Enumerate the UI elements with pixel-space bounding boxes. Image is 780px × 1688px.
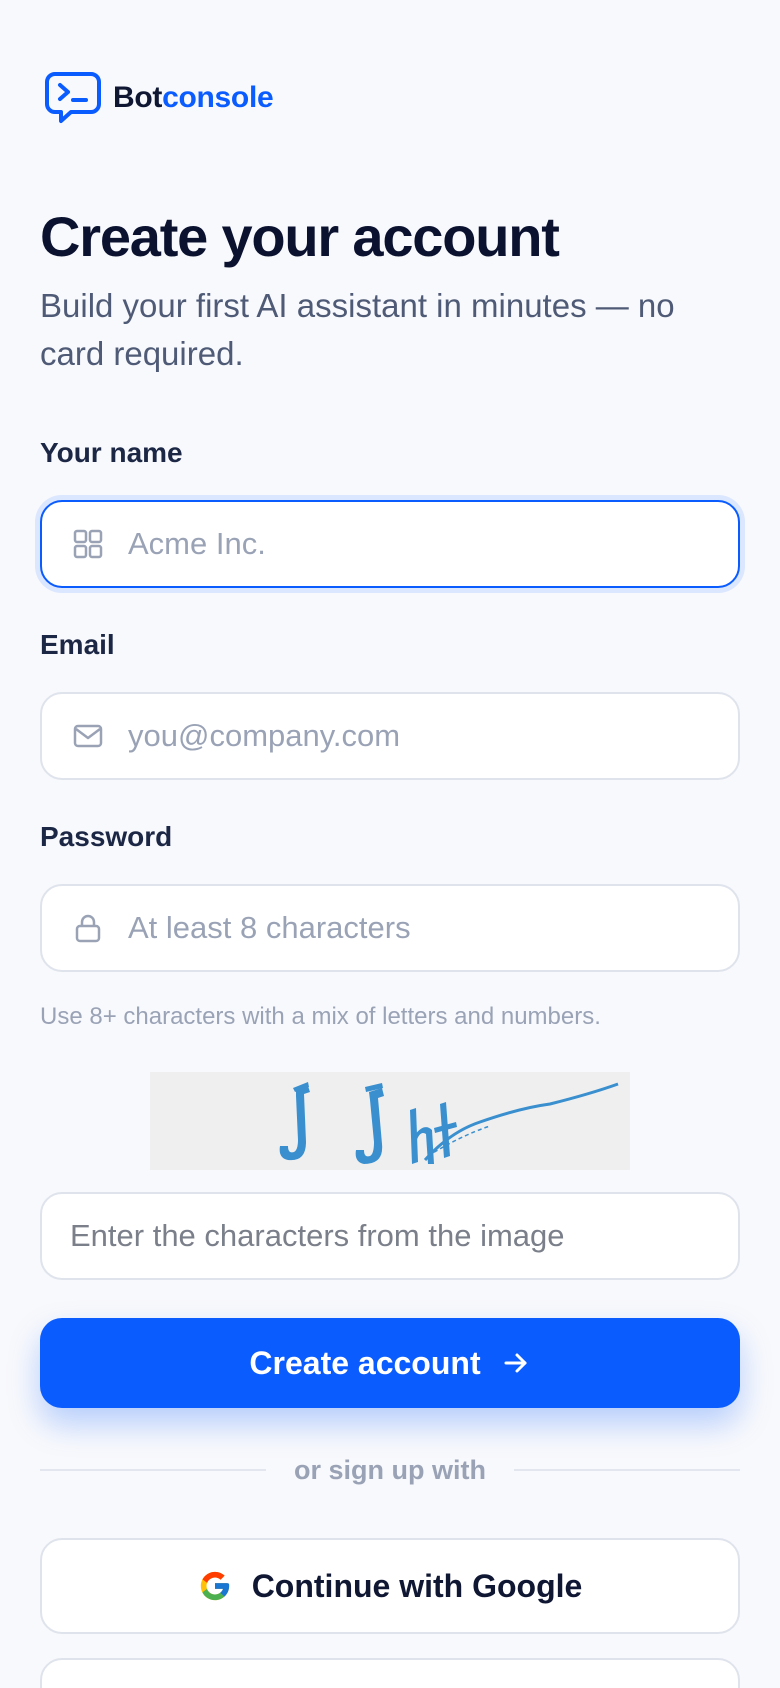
create-account-button[interactable]: Create account (40, 1318, 740, 1408)
password-field[interactable] (40, 884, 740, 972)
divider-line-left (40, 1469, 267, 1471)
google-button-label: Continue with Google (251, 1567, 583, 1604)
brand-name-part1: Bot (113, 81, 163, 114)
email-field[interactable] (40, 692, 740, 780)
email-label: Email (40, 629, 115, 660)
name-field[interactable] (40, 500, 740, 588)
google-icon (200, 1571, 229, 1601)
mail-icon (73, 724, 103, 748)
name-input[interactable] (128, 504, 738, 584)
chat-terminal-icon (45, 72, 101, 123)
password-hint: Use 8+ characters with a mix of letters … (40, 1003, 601, 1030)
page-title: Create your account (40, 205, 560, 268)
or-divider: or sign up with (40, 1452, 741, 1488)
password-label: Password (40, 821, 173, 852)
page-subtitle: Build your first AI assistant in minutes… (40, 287, 675, 372)
brand-name: Botconsole (113, 81, 274, 115)
brand: Botconsole (45, 70, 274, 126)
password-input[interactable] (128, 888, 738, 968)
next-signup-option-button[interactable] (40, 1658, 740, 1688)
create-account-label: Create account (249, 1344, 481, 1381)
lock-icon (75, 914, 101, 943)
arrow-right-icon (504, 1353, 527, 1373)
google-signup-button[interactable]: Continue with Google (40, 1538, 740, 1634)
divider-line-right (514, 1469, 741, 1471)
brand-name-part2: console (162, 81, 274, 114)
captcha-input[interactable] (42, 1196, 738, 1276)
captcha-field[interactable] (40, 1192, 740, 1280)
name-label: Your name (40, 437, 183, 468)
captcha-distorted-text (279, 1082, 619, 1164)
divider-text: or sign up with (294, 1454, 486, 1485)
grid-icon (73, 529, 103, 559)
captcha-image (150, 1072, 630, 1170)
email-input[interactable] (128, 696, 738, 776)
signup-page: Botconsole Create your account Build you… (0, 0, 780, 1688)
